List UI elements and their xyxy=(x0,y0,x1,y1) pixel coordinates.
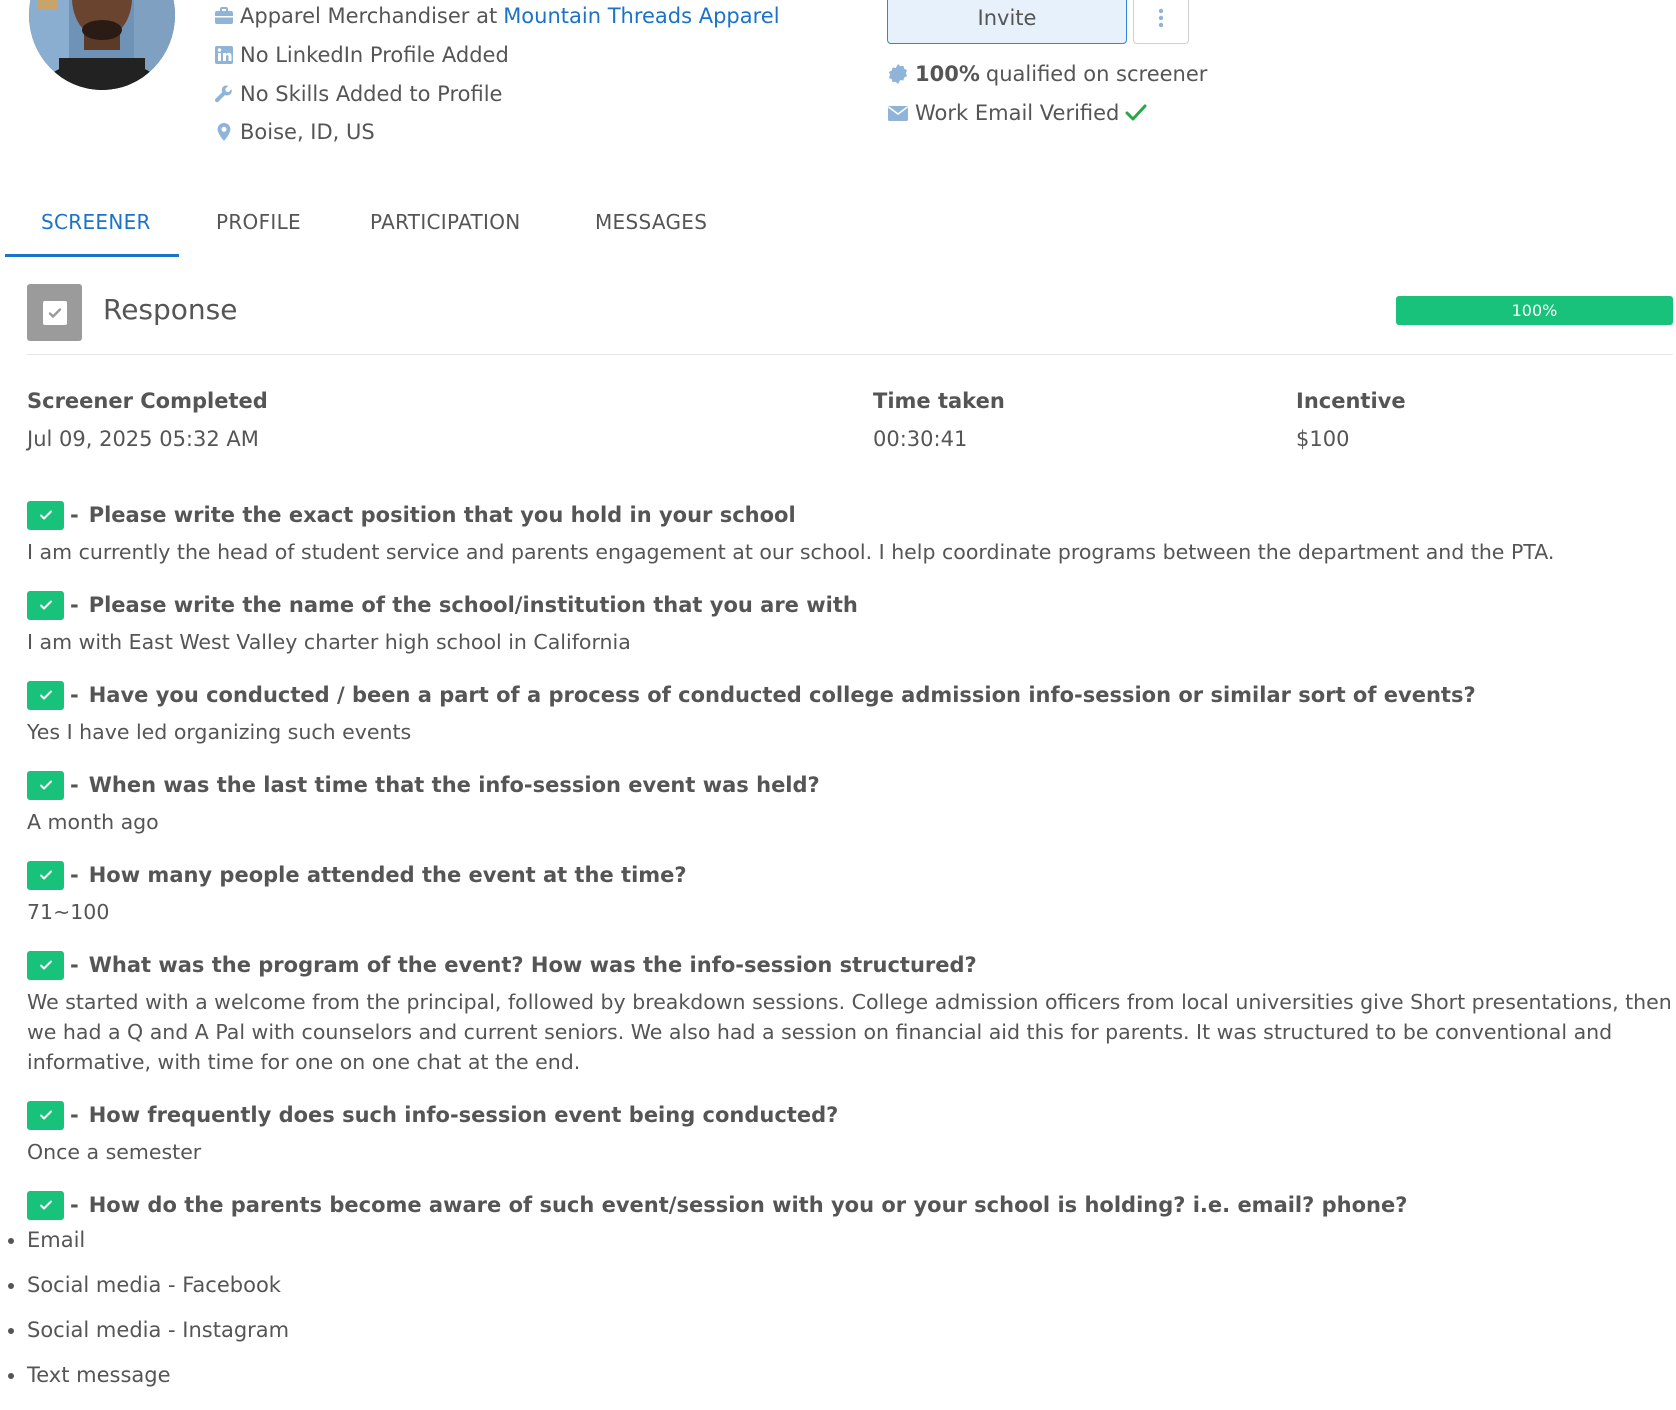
time-taken-label: Time taken xyxy=(873,389,1005,413)
question-item: - How many people attended the event at t… xyxy=(27,860,1673,927)
linkedin-line: No LinkedIn Profile Added xyxy=(214,43,509,67)
green-check-icon xyxy=(27,1100,64,1130)
incentive-label: Incentive xyxy=(1296,389,1406,413)
screener-completed-label: Screener Completed xyxy=(27,389,268,413)
green-check-icon xyxy=(27,500,64,530)
answer-text: I am currently the head of student servi… xyxy=(27,540,1555,564)
answer-text: Once a semester xyxy=(27,1140,202,1164)
qualified-percent: 100% xyxy=(915,62,980,86)
company-link[interactable]: Mountain Threads Apparel xyxy=(503,4,779,28)
progress-fill: 100% xyxy=(1396,296,1673,325)
question-item: - Please write the name of the school/ins… xyxy=(27,590,1673,657)
question-text: How many people attended the event at th… xyxy=(88,863,687,887)
active-tab-indicator xyxy=(5,254,179,257)
location: Boise, ID, US xyxy=(240,120,375,144)
response-icon xyxy=(27,284,82,341)
invite-button[interactable]: Invite xyxy=(887,0,1127,44)
tab-participation[interactable]: PARTICIPATION xyxy=(370,200,521,258)
answer-text: I am with East West Valley charter high … xyxy=(27,630,631,654)
vertical-ellipsis-icon xyxy=(1158,8,1164,28)
question-item: - How frequently does such info-session e… xyxy=(27,1100,1673,1167)
question-text: What was the program of the event? How w… xyxy=(88,953,977,977)
green-check-icon xyxy=(27,680,64,710)
list-item: Social media - Instagram xyxy=(7,1315,289,1360)
green-check-icon xyxy=(27,1190,64,1220)
completion-progress-bar: 100% xyxy=(1396,296,1673,325)
qualified-text: qualified on screener xyxy=(985,62,1208,86)
skills-status: No Skills Added to Profile xyxy=(240,82,503,106)
wrench-icon xyxy=(214,84,234,104)
response-title: Response xyxy=(103,293,238,326)
email-verified-line: Work Email Verified xyxy=(887,101,1147,125)
question-item: - When was the last time that the info-se… xyxy=(27,770,1673,837)
more-options-button[interactable] xyxy=(1133,0,1189,44)
question-text: Please write the exact position that you… xyxy=(88,503,796,527)
question-text: How do the parents become aware of such … xyxy=(88,1193,1408,1217)
green-check-icon xyxy=(27,860,64,890)
answer-text: A month ago xyxy=(27,810,159,834)
skills-line: No Skills Added to Profile xyxy=(214,82,502,106)
job-line: Apparel Merchandiser at Mountain Threads… xyxy=(214,4,780,28)
tab-screener[interactable]: SCREENER xyxy=(41,200,151,258)
map-pin-icon xyxy=(214,122,234,142)
question-text: How frequently does such info-session ev… xyxy=(88,1103,839,1127)
screener-completed-value: Jul 09, 2025 05:32 AM xyxy=(27,427,259,451)
green-check-icon xyxy=(27,590,64,620)
answer-text: Yes I have led organizing such events xyxy=(27,720,412,744)
email-verified-text: Work Email Verified xyxy=(915,101,1120,125)
question-text: When was the last time that the info-ses… xyxy=(88,773,820,797)
linkedin-status: No LinkedIn Profile Added xyxy=(240,43,509,67)
question-item: - What was the program of the event? How … xyxy=(27,950,1673,1077)
list-item: Text message xyxy=(7,1360,289,1405)
green-check-icon xyxy=(27,950,64,980)
envelope-icon xyxy=(887,102,909,124)
tab-profile[interactable]: PROFILE xyxy=(216,200,301,258)
linkedin-icon xyxy=(214,45,234,65)
question-item: - Please write the exact position that yo… xyxy=(27,500,1673,567)
incentive-value: $100 xyxy=(1296,427,1350,451)
section-divider xyxy=(27,354,1673,355)
briefcase-icon xyxy=(214,6,234,26)
answer-text: 71~100 xyxy=(27,900,110,924)
list-item: Social media - Facebook xyxy=(7,1270,289,1315)
list-item: Email xyxy=(7,1225,289,1270)
job-title: Apparel Merchandiser at xyxy=(240,4,498,28)
location-line: Boise, ID, US xyxy=(214,120,375,144)
time-taken-value: 00:30:41 xyxy=(873,427,968,451)
question-text: Please write the name of the school/inst… xyxy=(88,593,858,617)
answer-list: Email Social media - Facebook Social med… xyxy=(7,1225,289,1405)
answer-text: We started with a welcome from the princ… xyxy=(27,990,1672,1074)
verified-check-icon xyxy=(1125,103,1147,123)
qualification-line: 100% qualified on screener xyxy=(887,62,1207,86)
badge-icon xyxy=(887,63,909,85)
checkbox-check-icon xyxy=(48,307,61,318)
question-item: - Have you conducted / been a part of a p… xyxy=(27,680,1673,747)
green-check-icon xyxy=(27,770,64,800)
tab-messages[interactable]: MESSAGES xyxy=(595,200,707,258)
user-avatar xyxy=(29,0,175,90)
question-item: - How do the parents become aware of such… xyxy=(27,1190,1673,1220)
question-text: Have you conducted / been a part of a pr… xyxy=(88,683,1476,707)
